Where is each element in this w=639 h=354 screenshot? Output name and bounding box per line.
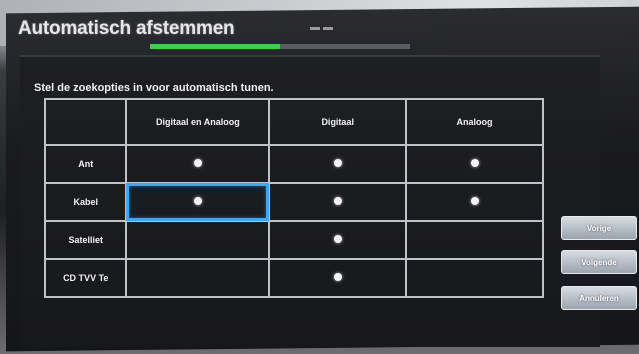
tv-glare-icon: ▬▬	[310, 22, 336, 33]
previous-button[interactable]: Vorige	[561, 216, 637, 240]
column-header-digital-analog: Digitaal en Analoog	[125, 98, 271, 146]
option-dot-icon	[470, 197, 479, 205]
progress-bar	[150, 44, 410, 49]
option-cell[interactable]	[268, 182, 408, 222]
option-cell[interactable]	[125, 144, 271, 184]
option-dot-icon	[193, 197, 202, 205]
table-row-kabel: Kabel	[43, 182, 544, 222]
table-row-cdtvv: CD TVV Te	[43, 258, 544, 298]
option-cell[interactable]	[125, 258, 271, 298]
row-label-cdtvv: CD TVV Te	[43, 258, 128, 298]
row-label-satelliet: Satelliet	[43, 220, 128, 260]
table-row-satelliet: Satelliet	[43, 220, 544, 260]
page-title: Automatisch afstemmen	[18, 18, 235, 39]
option-cell[interactable]	[268, 220, 408, 260]
option-dot-icon	[193, 159, 202, 167]
option-dot-icon	[333, 235, 342, 243]
option-dot-icon	[333, 197, 342, 205]
row-label-ant: Ant	[43, 144, 128, 184]
option-cell[interactable]	[268, 144, 408, 184]
option-cell[interactable]	[405, 182, 544, 222]
option-dot-icon	[470, 159, 479, 167]
option-cell[interactable]	[405, 220, 544, 260]
search-options-table: Digitaal en Analoog Digitaal Analoog Ant…	[43, 98, 544, 298]
option-dot-icon	[333, 273, 342, 281]
table-corner-cell	[43, 98, 128, 146]
option-cell[interactable]	[125, 220, 271, 260]
option-cell[interactable]	[405, 144, 544, 184]
option-cell[interactable]	[125, 182, 271, 222]
next-button[interactable]: Volgende	[561, 250, 637, 274]
column-header-analog: Analoog	[405, 98, 544, 146]
table-row-ant: Ant	[43, 144, 544, 184]
progress-fill	[150, 44, 280, 49]
table-header-row: Digitaal en Analoog Digitaal Analoog	[43, 98, 544, 146]
option-cell[interactable]	[268, 258, 408, 298]
cancel-button[interactable]: Annuleren	[561, 286, 637, 310]
row-label-kabel: Kabel	[43, 182, 128, 222]
option-cell[interactable]	[405, 258, 544, 298]
instruction-text: Stel de zoekopties in voor automatisch t…	[34, 82, 274, 94]
column-header-digital: Digitaal	[268, 98, 408, 146]
option-dot-icon	[333, 159, 342, 167]
